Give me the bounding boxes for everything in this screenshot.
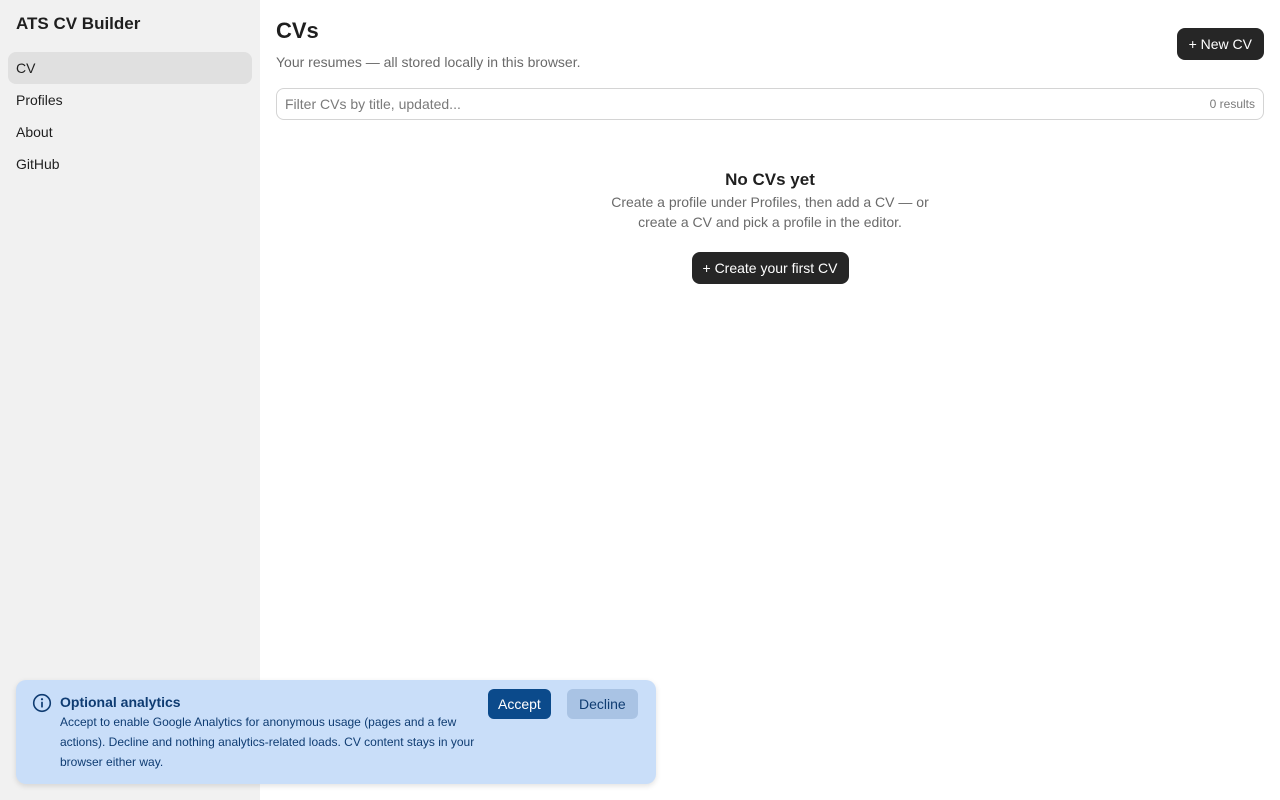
empty-state-description: Create a profile under Profiles, then ad…: [611, 194, 929, 230]
sidebar-item-github[interactable]: GitHub: [8, 148, 252, 180]
filter-input[interactable]: [277, 89, 1263, 119]
banner-title: Optional analytics: [60, 694, 181, 710]
empty-state-title: No CVs yet: [725, 170, 815, 189]
banner-text: Accept to enable Google Analytics for an…: [60, 715, 475, 769]
info-icon: [32, 693, 52, 713]
sidebar-item-cv[interactable]: CV: [8, 52, 252, 84]
filter-box: 0 results: [276, 88, 1264, 120]
result-count: 0 results: [1209, 97, 1255, 111]
sidebar-item-profiles[interactable]: Profiles: [8, 84, 252, 116]
new-cv-button[interactable]: + New CV: [1176, 28, 1264, 60]
accept-button[interactable]: Accept: [488, 689, 551, 719]
decline-button[interactable]: Decline: [567, 689, 638, 719]
sidebar-nav: CV Profiles About GitHub: [8, 52, 252, 180]
analytics-consent-banner: Optional analytics Accept to enable Goog…: [16, 680, 656, 784]
app-title: ATS CV Builder: [16, 14, 141, 33]
page-title: CVs: [276, 18, 319, 43]
page-subtitle: Your resumes — all stored locally in thi…: [276, 54, 581, 70]
create-first-cv-button[interactable]: + Create your first CV: [691, 252, 849, 284]
empty-state: No CVs yet Create a profile under Profil…: [276, 170, 1264, 284]
sidebar-item-about[interactable]: About: [8, 116, 252, 148]
